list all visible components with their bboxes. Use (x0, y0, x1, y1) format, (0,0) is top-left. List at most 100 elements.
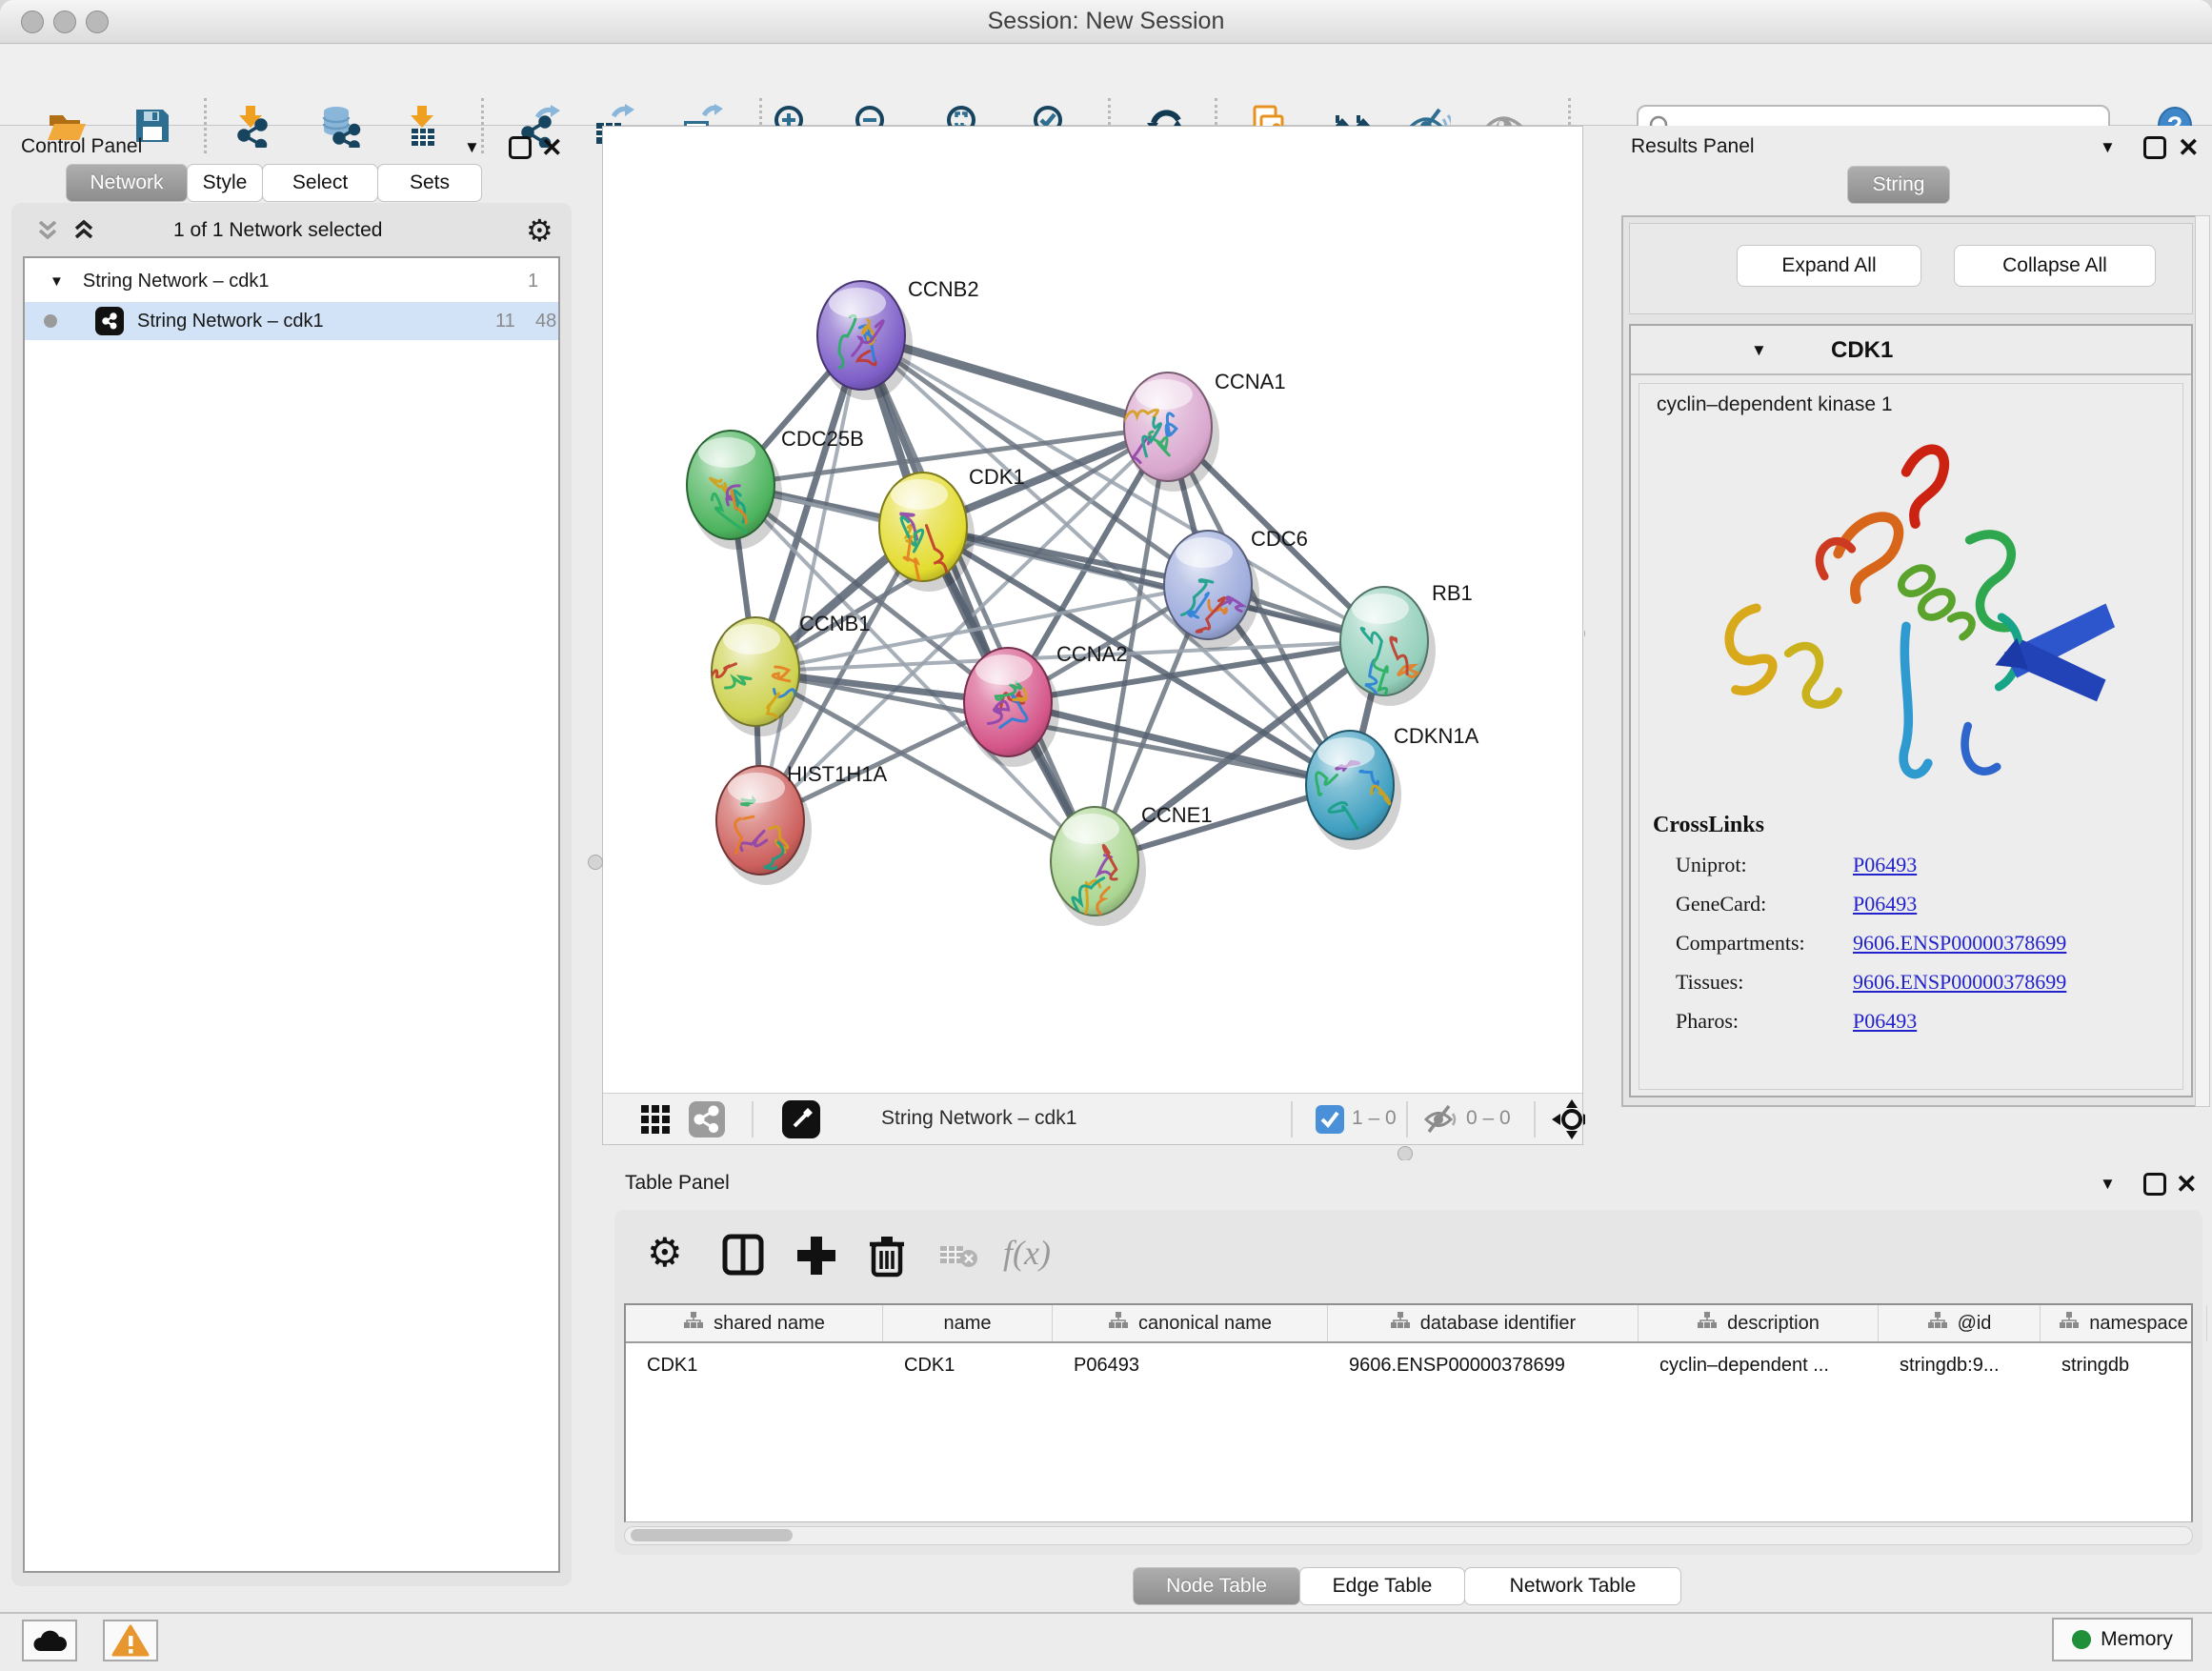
tab-network[interactable]: Network (66, 164, 188, 202)
crosslink-row: Pharos:P06493 (1653, 1009, 2066, 1034)
crosslink-row: Compartments:9606.ENSP00000378699 (1653, 931, 2066, 956)
crosslink-link[interactable]: 9606.ENSP00000378699 (1853, 931, 2066, 956)
table-settings-gear-icon[interactable]: ⚙ (647, 1233, 693, 1278)
results-panel-title: Results Panel (1631, 135, 1755, 158)
table-panel-close-icon[interactable]: ✕ (2176, 1172, 2198, 1198)
control-panel-menu-icon[interactable]: ▼ (464, 138, 480, 157)
table-row[interactable]: CDK1CDK1P064939606.ENSP00000378699cyclin… (626, 1345, 2191, 1385)
results-scrollbar[interactable] (2195, 215, 2210, 1107)
network-share-icon[interactable] (689, 1101, 725, 1137)
graph-node-CCNE1[interactable]: CCNE1 (1051, 803, 1213, 926)
hidden-eye-slash-icon[interactable] (1422, 1101, 1458, 1137)
results-tab-bar: String (1848, 166, 1950, 204)
cloud-icon (30, 1626, 69, 1655)
table-tab-node-table[interactable]: Node Table (1133, 1567, 1300, 1605)
network-list: ▼ String Network – cdk1 1 String Network… (23, 256, 560, 1573)
column-header-database-identifier[interactable]: database identifier (1328, 1305, 1639, 1341)
column-header-name[interactable]: name (883, 1305, 1053, 1341)
crosslink-link[interactable]: P06493 (1853, 853, 1917, 877)
column-type-icon (1927, 1311, 1948, 1336)
column-header-canonical-name[interactable]: canonical name (1053, 1305, 1328, 1341)
tab-select[interactable]: Select (262, 164, 378, 202)
expand-all-chevron-icon[interactable] (70, 217, 99, 246)
column-header-namespace[interactable]: namespace (2041, 1305, 2207, 1341)
graph-node-HIST1H1A[interactable]: HIST1H1A (716, 762, 887, 885)
table-panel-title: Table Panel (625, 1172, 730, 1195)
window-title: Session: New Session (0, 8, 2212, 35)
selected-checkbox-icon[interactable] (1316, 1105, 1344, 1134)
column-type-icon (1390, 1311, 1411, 1336)
gene-collapse-icon[interactable]: ▼ (1751, 341, 1767, 360)
table-cell: stringdb:9... (1879, 1345, 2041, 1385)
hidden-counts: 0 – 0 (1466, 1107, 1511, 1130)
grid-view-icon[interactable] (639, 1103, 672, 1136)
graph-node-label: CCNA2 (1056, 642, 1128, 666)
network-view-toolbar: String Network – cdk1 1 – 0 0 – 0 (603, 1093, 1582, 1144)
graph-node-CCNB2[interactable]: CCNB2 (817, 277, 979, 400)
collapse-all-button[interactable]: Collapse All (1954, 245, 2156, 287)
graph-node-label: CDC6 (1251, 527, 1308, 551)
column-header-shared-name[interactable]: shared name (626, 1305, 883, 1341)
graph-node-CCNA2[interactable]: CCNA2 (964, 642, 1128, 767)
column-label: @id (1958, 1313, 1992, 1335)
results-panel-close-icon[interactable]: ✕ (2178, 135, 2200, 161)
graph-node-label: CCNB1 (799, 612, 871, 635)
results-panel-float-icon[interactable] (2143, 136, 2166, 159)
tab-sets[interactable]: Sets (377, 164, 482, 202)
control-panel-float-icon[interactable] (509, 136, 532, 159)
network-row[interactable]: String Network – cdk1 11 48 (25, 302, 558, 340)
memory-button[interactable]: Memory (2052, 1618, 2193, 1661)
graph-node-CCNB1[interactable]: CCNB1 (709, 612, 870, 736)
control-panel: Control Panel ▼ ✕ NetworkStyleSelectSets… (0, 126, 589, 1612)
table-cell: 9606.ENSP00000378699 (1328, 1345, 1639, 1385)
memory-status-icon (2072, 1630, 2091, 1649)
table-hscrollbar[interactable] (624, 1526, 2193, 1545)
crosslink-link[interactable]: P06493 (1853, 1009, 1917, 1034)
expand-all-button[interactable]: Expand All (1737, 245, 1921, 287)
graph-node-label: HIST1H1A (787, 762, 887, 786)
add-column-icon[interactable] (794, 1233, 839, 1278)
graph-node-label: CCNB2 (908, 277, 979, 301)
table-hscroll-thumb[interactable] (631, 1529, 793, 1541)
bottom-splitter-handle[interactable] (1398, 1146, 1413, 1161)
gene-header-row[interactable]: ▼ CDK1 (1631, 326, 2191, 375)
graph-node-CCNA1[interactable]: CCNA1 (1123, 370, 1286, 492)
crosslink-row: GeneCard:P06493 (1653, 892, 2066, 916)
crosslink-link[interactable]: P06493 (1853, 892, 1917, 916)
graph-node-label: RB1 (1432, 581, 1473, 605)
graph-node-RB1[interactable]: RB1 (1340, 581, 1473, 706)
table-tab-edge-table[interactable]: Edge Table (1299, 1567, 1465, 1605)
table-panel-menu-icon[interactable]: ▼ (2100, 1175, 2116, 1194)
memory-label: Memory (2101, 1628, 2173, 1651)
warning-button[interactable] (103, 1620, 158, 1661)
function-builder-icon: f(x) (1003, 1233, 1089, 1278)
network-options-gear-icon[interactable]: ⚙ (526, 212, 553, 249)
cloud-button[interactable] (22, 1620, 77, 1661)
tab-style[interactable]: Style (187, 164, 263, 202)
left-splitter-handle[interactable] (588, 855, 603, 870)
network-type-icon (95, 307, 124, 335)
protein-structure-image (1668, 422, 2144, 803)
column-header-@id[interactable]: @id (1879, 1305, 2041, 1341)
crosslink-label: Tissues: (1676, 970, 1853, 995)
show-columns-icon[interactable] (721, 1233, 767, 1278)
graph-node-CDKN1A[interactable]: CDKN1A (1306, 724, 1479, 850)
table-tab-network-table[interactable]: Network Table (1464, 1567, 1681, 1605)
column-label: description (1727, 1313, 1820, 1335)
results-panel-menu-icon[interactable]: ▼ (2100, 138, 2116, 157)
network-collection-row[interactable]: ▼ String Network – cdk1 1 (25, 262, 558, 300)
main-toolbar: ? (0, 45, 2212, 126)
delete-column-icon[interactable] (864, 1233, 910, 1278)
crosslink-link[interactable]: 9606.ENSP00000378699 (1853, 970, 2066, 995)
birdseye-view-icon[interactable] (782, 1100, 820, 1138)
graph-node-CDC6[interactable]: CDC6 (1164, 527, 1308, 650)
network-canvas[interactable]: CCNB2CCNA1CDC25BCDK1CDC6RB1CCNB1CCNA2CDK… (603, 127, 1582, 1093)
collapse-all-chevron-icon[interactable] (34, 217, 63, 246)
control-panel-close-icon[interactable]: ✕ (541, 135, 563, 161)
collection-expand-icon[interactable]: ▼ (50, 273, 64, 290)
tab-string[interactable]: String (1847, 166, 1950, 204)
table-cell: stringdb (2041, 1345, 2207, 1385)
graph-edge-CCNB2-CCNE1[interactable] (861, 335, 1095, 861)
column-header-description[interactable]: description (1639, 1305, 1879, 1341)
table-panel-float-icon[interactable] (2143, 1173, 2166, 1196)
